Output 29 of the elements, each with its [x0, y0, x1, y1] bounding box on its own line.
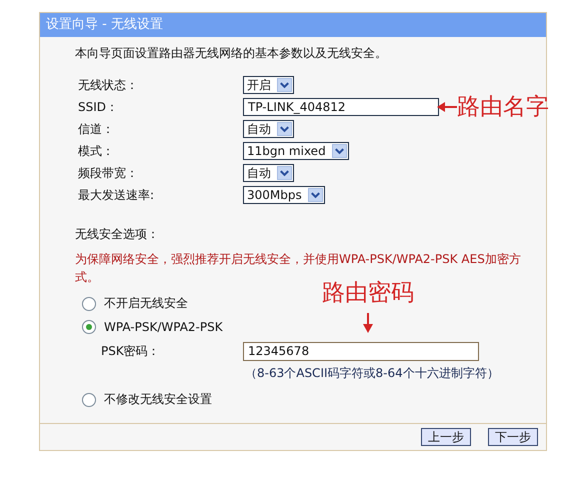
hint-text: （8-63个ASCII码字符或8-64个十六进制字符） — [244, 365, 500, 382]
intro-text: 本向导页面设置路由器无线网络的基本参数以及无线安全。 — [75, 45, 388, 62]
radio-label: 不修改无线安全设置 — [104, 391, 212, 408]
dropdown[interactable]: 开启 — [243, 76, 294, 94]
field-label: 频段带宽： — [78, 164, 138, 182]
radio-button[interactable] — [82, 296, 96, 310]
wizard-button[interactable]: 上一步 — [421, 428, 471, 446]
password-field[interactable]: 12345678 — [243, 342, 479, 361]
arrow-icon — [363, 313, 373, 333]
dropdown[interactable]: 300Mbps — [243, 186, 325, 204]
arrow-icon — [437, 101, 457, 113]
dropdown[interactable]: 自动 — [243, 120, 294, 138]
input-field[interactable]: TP-LINK_404812 — [243, 98, 439, 116]
field-label: 无线状态： — [78, 76, 138, 94]
dropdown[interactable]: 自动 — [243, 164, 294, 182]
wizard-button[interactable]: 下一步 — [488, 428, 538, 446]
field-label: PSK密码： — [101, 343, 161, 360]
radio-label: 不开启无线安全 — [104, 295, 188, 312]
field-label: 信道： — [78, 120, 114, 138]
annotation-text: 路由名字 — [457, 94, 549, 120]
radio-label: WPA-PSK/WPA2-PSK — [104, 320, 223, 334]
radio-button[interactable] — [82, 392, 96, 406]
section-heading: 无线安全选项： — [75, 226, 160, 243]
window-title: 设置向导 - 无线设置 — [40, 13, 546, 37]
field-label: 模式： — [78, 142, 114, 160]
field-label: SSID： — [78, 98, 118, 116]
radio-button[interactable] — [82, 320, 96, 334]
field-label: 最大发送速率: — [78, 186, 154, 204]
dropdown[interactable]: 11bgn mixed — [243, 142, 349, 160]
